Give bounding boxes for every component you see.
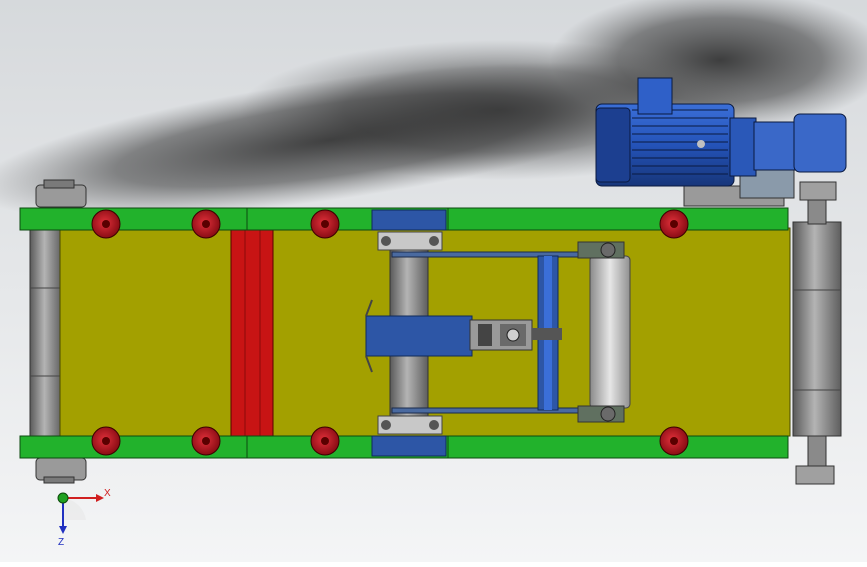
guide-wheel <box>310 426 340 456</box>
belt-cleat[interactable] <box>230 227 274 437</box>
guide-wheel <box>310 209 340 239</box>
guide-wheel <box>91 209 121 239</box>
guide-wheel <box>191 209 221 239</box>
cad-graphics-area[interactable]: X Z <box>0 0 867 562</box>
guide-wheel <box>659 209 689 239</box>
guide-wheel <box>91 426 121 456</box>
x-axis-label: X <box>104 488 111 499</box>
z-axis-label: Z <box>58 537 64 548</box>
guide-wheel <box>191 426 221 456</box>
guide-wheel <box>659 426 689 456</box>
